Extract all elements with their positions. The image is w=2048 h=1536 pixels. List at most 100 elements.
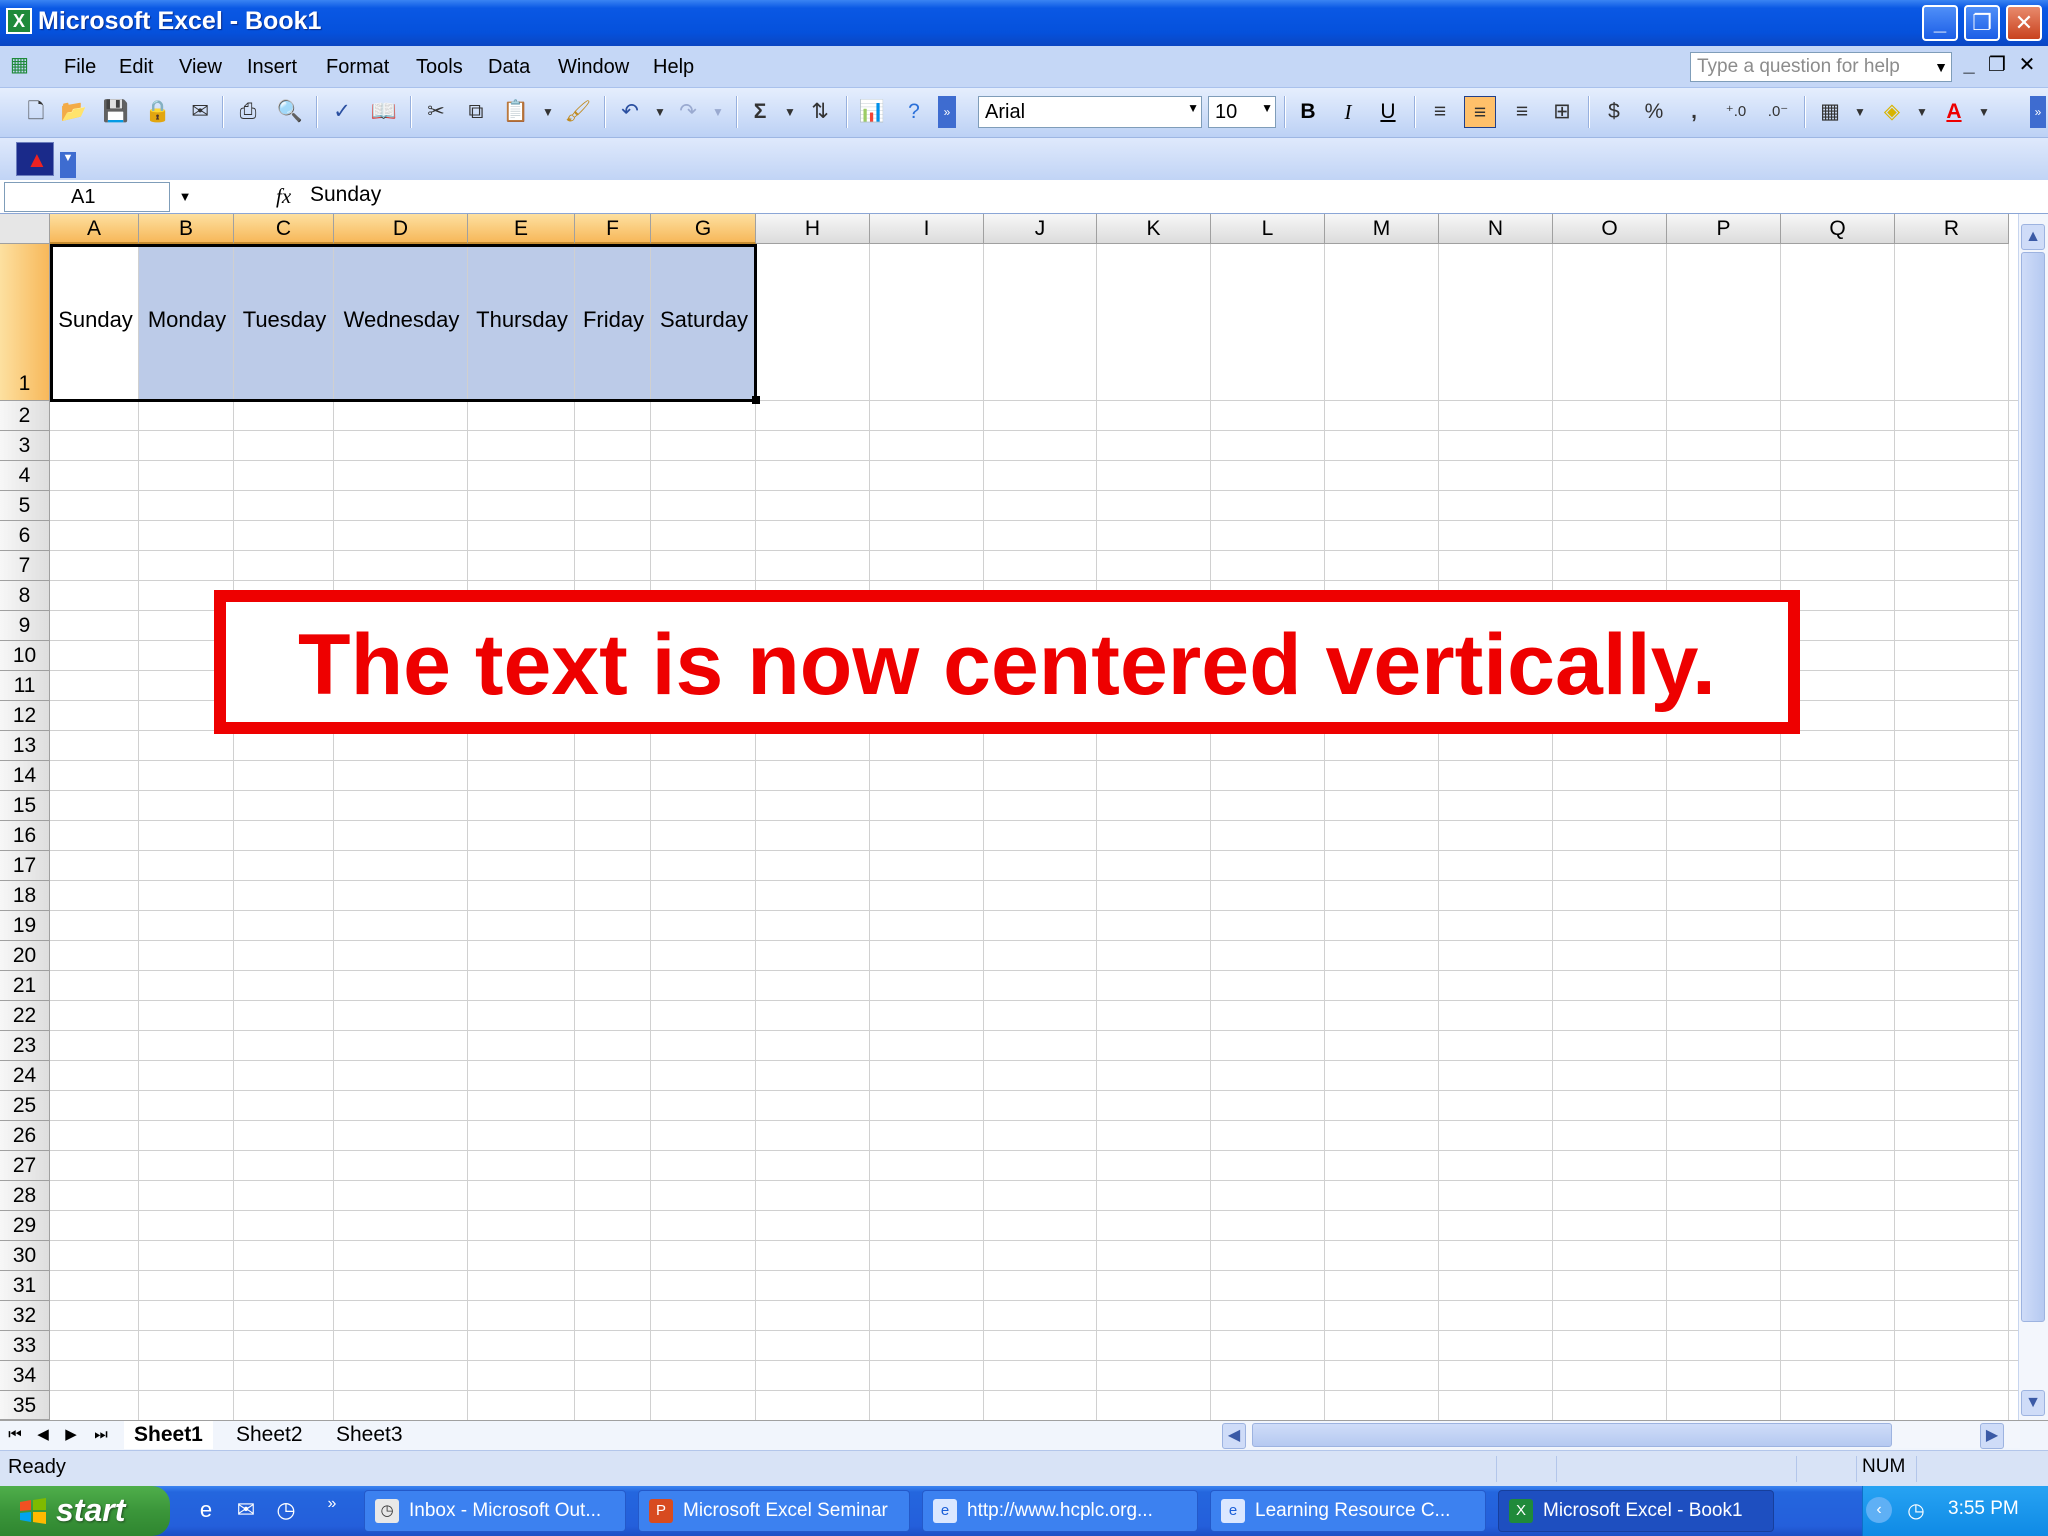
autosum-dropdown-icon[interactable]: ▼	[774, 96, 806, 128]
spelling-icon[interactable]: ✓	[326, 96, 358, 128]
bold-button[interactable]: B	[1292, 96, 1324, 128]
email-icon[interactable]: ✉	[184, 96, 216, 128]
column-header-r[interactable]: R	[1895, 214, 2009, 244]
row-header-30[interactable]: 30	[0, 1241, 50, 1271]
fill-handle[interactable]	[752, 396, 760, 404]
minimize-button[interactable]: _	[1922, 5, 1958, 41]
toolbar-options-icon[interactable]: »	[2030, 96, 2046, 128]
quicklaunch-more-icon[interactable]: »	[318, 1490, 346, 1518]
row-header-26[interactable]: 26	[0, 1121, 50, 1151]
column-header-l[interactable]: L	[1211, 214, 1325, 244]
column-header-k[interactable]: K	[1097, 214, 1211, 244]
column-header-e[interactable]: E	[468, 214, 575, 244]
acrobat-addin-icon[interactable]: ▲	[16, 142, 54, 176]
increase-decimal-icon[interactable]: ⁺.0	[1720, 96, 1752, 128]
row-header-28[interactable]: 28	[0, 1181, 50, 1211]
help-dropdown-icon[interactable]: ▼	[1930, 53, 1952, 81]
align-right-icon[interactable]: ≡	[1506, 96, 1538, 128]
task-browser[interactable]: e http://www.hcplc.org...	[922, 1490, 1198, 1532]
scroll-down-icon[interactable]: ▼	[2021, 1390, 2045, 1416]
decrease-decimal-icon[interactable]: .0⁻	[1762, 96, 1794, 128]
column-header-o[interactable]: O	[1553, 214, 1667, 244]
merge-center-icon[interactable]: ⊞	[1546, 96, 1578, 128]
row-header-22[interactable]: 22	[0, 1001, 50, 1031]
row-header-16[interactable]: 16	[0, 821, 50, 851]
menu-format[interactable]: Format	[326, 56, 389, 79]
row-header-19[interactable]: 19	[0, 911, 50, 941]
redo-icon[interactable]: ↷	[672, 96, 704, 128]
prev-sheet-icon[interactable]: ◀	[32, 1423, 54, 1447]
menu-data[interactable]: Data	[488, 56, 530, 79]
row-header-24[interactable]: 24	[0, 1061, 50, 1091]
column-header-i[interactable]: I	[870, 214, 984, 244]
row-header-6[interactable]: 6	[0, 521, 50, 551]
menu-window[interactable]: Window	[558, 56, 629, 79]
print-preview-icon[interactable]: 🔍	[274, 96, 306, 128]
font-color-dropdown-icon[interactable]: ▼	[1968, 96, 2000, 128]
name-box[interactable]: A1	[4, 182, 170, 212]
menu-file[interactable]: File	[64, 56, 96, 79]
horizontal-scroll-thumb[interactable]	[1252, 1423, 1892, 1447]
permission-icon[interactable]: 🔒	[142, 96, 174, 128]
formula-input[interactable]: Sunday	[310, 183, 381, 207]
currency-button[interactable]: $	[1598, 96, 1630, 128]
select-all-button[interactable]	[0, 214, 50, 244]
row-header-10[interactable]: 10	[0, 641, 50, 671]
row-header-17[interactable]: 17	[0, 851, 50, 881]
column-header-m[interactable]: M	[1325, 214, 1439, 244]
fill-color-dropdown-icon[interactable]: ▼	[1906, 96, 1938, 128]
menu-view[interactable]: View	[179, 56, 222, 79]
column-header-j[interactable]: J	[984, 214, 1097, 244]
print-icon[interactable]: ⎙	[232, 96, 264, 128]
row-header-14[interactable]: 14	[0, 761, 50, 791]
column-header-q[interactable]: Q	[1781, 214, 1895, 244]
help-search-input[interactable]: Type a question for help	[1690, 52, 1952, 82]
menu-edit[interactable]: Edit	[119, 56, 153, 79]
row-header-8[interactable]: 8	[0, 581, 50, 611]
doc-restore-icon[interactable]: ❐	[1986, 54, 2008, 76]
toolbar-options-icon[interactable]: »	[938, 96, 956, 128]
row-header-5[interactable]: 5	[0, 491, 50, 521]
column-header-a[interactable]: A	[50, 214, 139, 244]
column-header-n[interactable]: N	[1439, 214, 1553, 244]
autosum-icon[interactable]: Σ	[744, 96, 776, 128]
align-left-icon[interactable]: ≡	[1424, 96, 1456, 128]
font-size-select[interactable]: 10 ▼	[1208, 96, 1276, 128]
format-painter-icon[interactable]: 🖌	[562, 96, 594, 128]
column-header-g[interactable]: G	[651, 214, 756, 244]
column-header-p[interactable]: P	[1667, 214, 1781, 244]
doc-minimize-icon[interactable]: _	[1958, 54, 1980, 76]
task-excel-seminar[interactable]: P Microsoft Excel Seminar	[638, 1490, 910, 1532]
row-header-18[interactable]: 18	[0, 881, 50, 911]
row-header-13[interactable]: 13	[0, 731, 50, 761]
scroll-right-icon[interactable]: ▶	[1980, 1423, 2004, 1449]
row-header-20[interactable]: 20	[0, 941, 50, 971]
menu-insert[interactable]: Insert	[247, 56, 297, 79]
excel-app-icon[interactable]: X	[6, 8, 32, 34]
open-icon[interactable]: 📂	[58, 96, 90, 128]
row-header-29[interactable]: 29	[0, 1211, 50, 1241]
next-sheet-icon[interactable]: ▶	[60, 1423, 82, 1447]
task-learning-resource[interactable]: e Learning Resource C...	[1210, 1490, 1486, 1532]
borders-icon[interactable]: ▦	[1814, 96, 1846, 128]
column-header-d[interactable]: D	[334, 214, 468, 244]
paste-icon[interactable]: 📋	[500, 96, 532, 128]
row-header-32[interactable]: 32	[0, 1301, 50, 1331]
row-header-31[interactable]: 31	[0, 1271, 50, 1301]
sort-ascending-icon[interactable]: ⇅	[804, 96, 836, 128]
row-header-1[interactable]: 1	[0, 244, 50, 401]
row-header-35[interactable]: 35	[0, 1391, 50, 1420]
document-icon[interactable]: ▦	[10, 52, 50, 82]
menu-tools[interactable]: Tools	[416, 56, 463, 79]
maximize-button[interactable]: ❐	[1964, 5, 2000, 41]
scroll-left-icon[interactable]: ◀	[1222, 1423, 1246, 1449]
copy-icon[interactable]: ⧉	[460, 96, 492, 128]
internet-explorer-icon[interactable]: e	[192, 1496, 220, 1524]
paste-dropdown-icon[interactable]: ▼	[532, 96, 564, 128]
row-header-2[interactable]: 2	[0, 401, 50, 431]
row-header-7[interactable]: 7	[0, 551, 50, 581]
chart-wizard-icon[interactable]: 📊	[856, 96, 888, 128]
percent-button[interactable]: %	[1638, 96, 1670, 128]
tab-sheet2[interactable]: Sheet2	[226, 1421, 313, 1449]
name-box-dropdown-icon[interactable]: ▼	[174, 184, 196, 210]
